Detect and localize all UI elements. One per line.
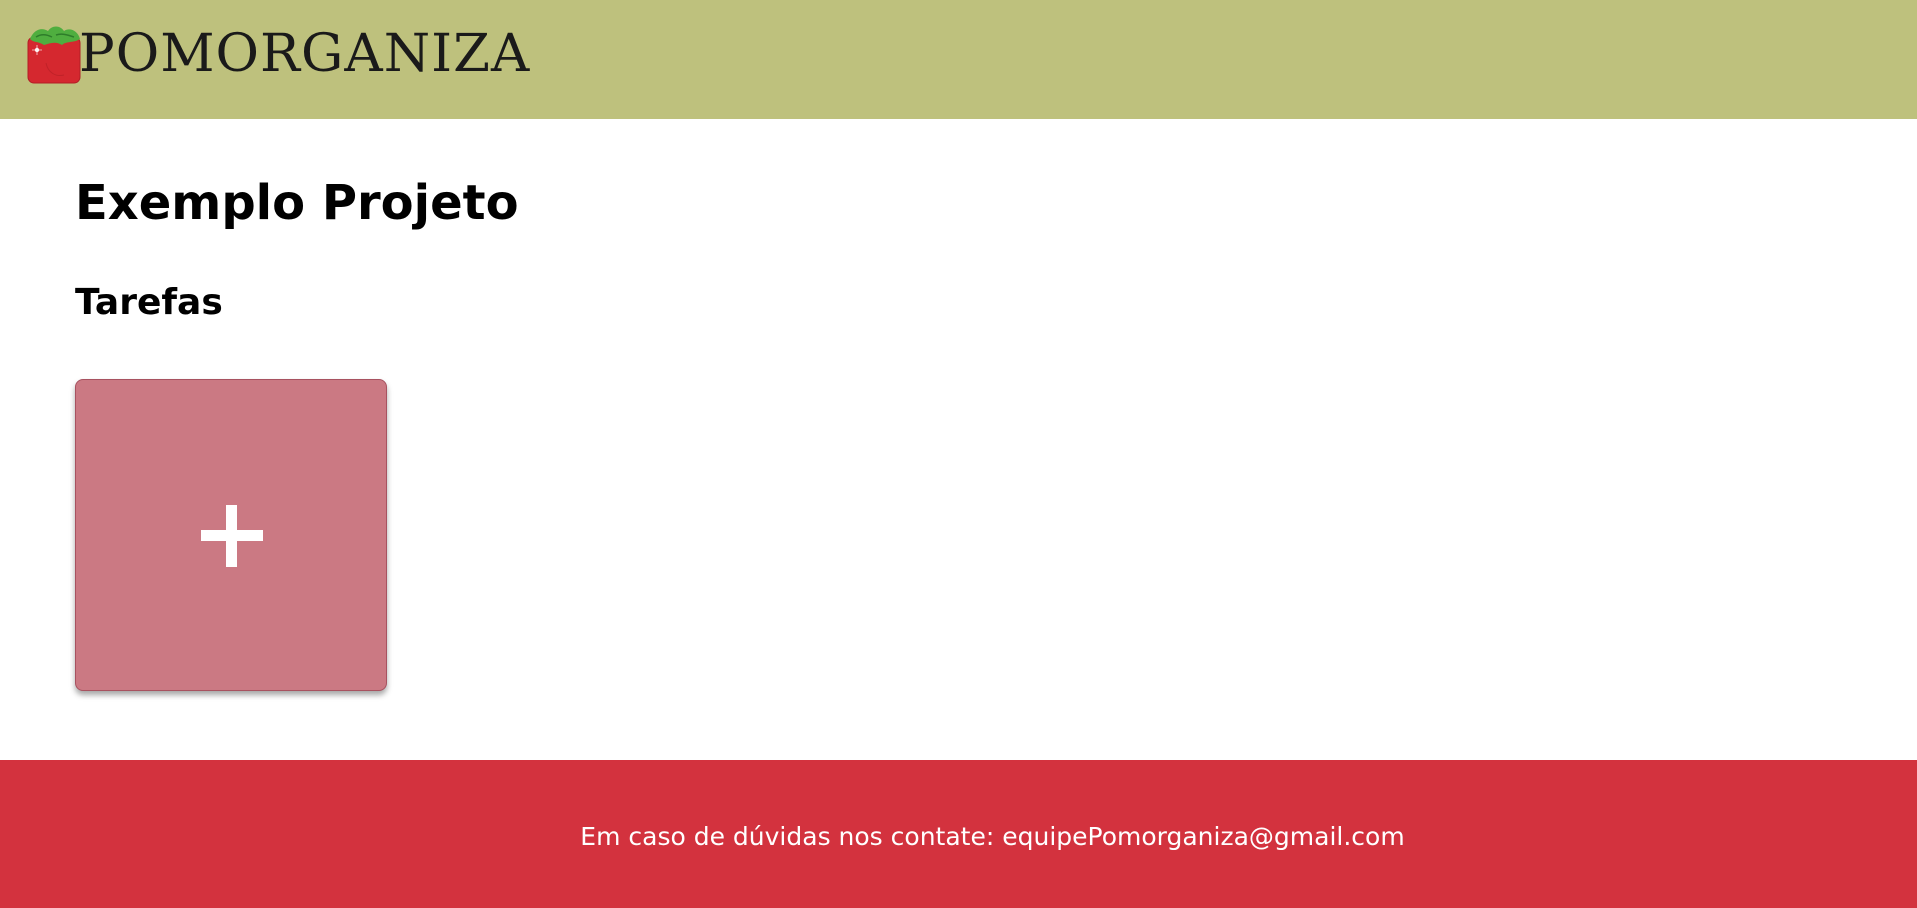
app-logo-text: POMORGANIZA xyxy=(79,24,531,84)
footer-contact-label: Em caso de dúvidas nos contate: xyxy=(580,822,995,851)
footer-contact: Em caso de dúvidas nos contate: equipePo… xyxy=(0,822,1917,851)
contact-email-link[interactable]: equipePomorganiza@gmail.com xyxy=(1002,822,1404,851)
add-task-button[interactable] xyxy=(75,379,387,691)
tasks-heading: Tarefas xyxy=(75,282,223,323)
app-header: POMORGANIZA xyxy=(0,0,1917,119)
app-logo[interactable]: POMORGANIZA xyxy=(26,22,529,86)
page-title: Exemplo Projeto xyxy=(75,175,519,231)
tomato-logo-icon xyxy=(27,26,81,84)
app-footer: Em caso de dúvidas nos contate: equipePo… xyxy=(0,760,1917,908)
